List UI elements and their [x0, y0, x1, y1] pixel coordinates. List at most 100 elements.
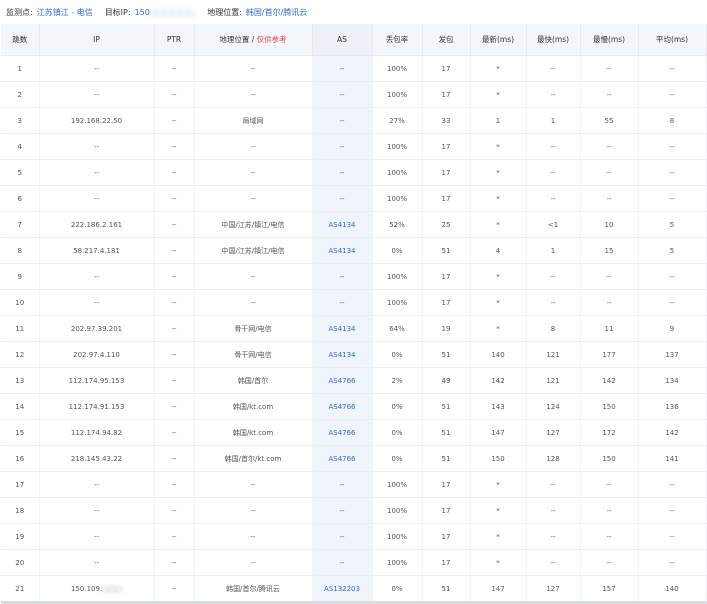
cell-ip: 112.174.95.153 [39, 367, 155, 394]
cell-best: 121 [526, 367, 581, 394]
cell-as: AS4134 [312, 315, 373, 342]
cell-latest: * [470, 549, 527, 576]
cell-hop: 3 [1, 107, 40, 134]
cell-geo: -- [194, 263, 313, 290]
cell-ip: -- [39, 289, 155, 316]
as-link[interactable]: AS4134 [328, 351, 355, 359]
cell-latest: * [470, 471, 527, 498]
cell-worst: 177 [580, 341, 639, 368]
cell-loss: 100% [372, 289, 423, 316]
cell-hop: 20 [1, 549, 40, 576]
cell-worst: 142 [580, 367, 639, 394]
cell-latest: 143 [470, 393, 527, 420]
cell-ip: 202.97.4.110 [39, 341, 155, 368]
cell-latest: 1 [470, 107, 527, 134]
cell-worst: -- [580, 263, 639, 290]
cell-sent: 51 [422, 419, 471, 446]
cell-best: -- [526, 289, 581, 316]
location-value: 韩国/首尔/腾讯云 [245, 7, 308, 17]
as-link[interactable]: AS4766 [328, 455, 355, 463]
cell-as: -- [312, 497, 373, 524]
cell-ip: 58.217.4.181 [39, 237, 155, 264]
as-link[interactable]: AS4134 [328, 221, 355, 229]
cell-as: -- [312, 523, 373, 550]
cell-hop: 18 [1, 497, 40, 524]
cell-sent: 17 [422, 159, 471, 186]
cell-ip: 192.168.22.50 [39, 107, 155, 134]
table-row: 20 -- -- -- -- 100% 17 * -- -- -- [1, 549, 707, 576]
cell-geo: 韩国/kt.com [194, 419, 313, 446]
cell-worst: -- [580, 185, 639, 212]
cell-worst: -- [580, 549, 639, 576]
col-sent: 发包 [422, 24, 471, 56]
cell-sent: 17 [422, 289, 471, 316]
cell-loss: 100% [372, 133, 423, 160]
cell-hop: 8 [1, 237, 40, 264]
cell-worst: -- [580, 497, 639, 524]
cell-hop: 11 [1, 315, 40, 342]
cell-loss: 27% [372, 107, 423, 134]
cell-best: -- [526, 133, 581, 160]
cell-ip: -- [39, 81, 155, 108]
cell-as: -- [312, 471, 373, 498]
cell-avg: 141 [638, 445, 707, 472]
cell-sent: 17 [422, 523, 471, 550]
cell-best: 124 [526, 393, 581, 420]
cell-loss: 100% [372, 185, 423, 212]
cell-ptr: -- [154, 341, 195, 368]
cell-avg: 9 [638, 315, 707, 342]
cell-as: AS4134 [312, 237, 373, 264]
cell-latest: * [470, 211, 527, 238]
cell-sent: 17 [422, 133, 471, 160]
cell-avg: -- [638, 159, 707, 186]
cell-best: 8 [526, 315, 581, 342]
cell-avg: 134 [638, 367, 707, 394]
cell-worst: 11 [580, 315, 639, 342]
table-row: 9 -- -- -- -- 100% 17 * -- -- -- [1, 263, 707, 290]
cell-sent: 17 [422, 263, 471, 290]
cell-geo: -- [194, 289, 313, 316]
cell-best: 128 [526, 445, 581, 472]
cell-best: -- [526, 55, 581, 82]
col-best: 最快(ms) [526, 24, 581, 56]
as-link[interactable]: AS132203 [324, 585, 360, 593]
as-link[interactable]: AS4134 [328, 325, 355, 333]
cell-as: -- [312, 185, 373, 212]
cell-sent: 17 [422, 549, 471, 576]
cell-worst: -- [580, 133, 639, 160]
as-link[interactable]: AS4766 [328, 429, 355, 437]
cell-loss: 100% [372, 55, 423, 82]
cell-as: AS4134 [312, 211, 373, 238]
cell-geo: -- [194, 55, 313, 82]
cell-latest: * [470, 523, 527, 550]
cell-worst: 157 [580, 575, 639, 604]
as-link[interactable]: AS4134 [328, 247, 355, 255]
cell-worst: -- [580, 471, 639, 498]
as-link[interactable]: AS4766 [328, 403, 355, 411]
cell-ip: 150.109.□□□ [39, 575, 155, 604]
col-ip: IP [39, 24, 155, 56]
col-ptr: PTR [154, 24, 195, 56]
cell-as: -- [312, 263, 373, 290]
cell-latest: * [470, 315, 527, 342]
table-row: 14 112.174.91.153 -- 韩国/kt.com AS4766 0% 51 143… [1, 393, 707, 420]
as-link[interactable]: AS4766 [328, 377, 355, 385]
target-ip-value: 150 [134, 7, 150, 17]
table-row: 4 -- -- -- -- 100% 17 * -- -- -- [1, 133, 707, 160]
cell-ip: 202.97.39.201 [39, 315, 155, 342]
cell-ptr: -- [154, 55, 195, 82]
table-row: 17 -- -- -- -- 100% 17 * -- -- -- [1, 471, 707, 498]
cell-latest: * [470, 289, 527, 316]
cell-latest: * [470, 159, 527, 186]
cell-ip: -- [39, 263, 155, 290]
cell-sent: 17 [422, 81, 471, 108]
cell-worst: 150 [580, 393, 639, 420]
cell-ip: -- [39, 523, 155, 550]
cell-as: -- [312, 107, 373, 134]
cell-avg: -- [638, 81, 707, 108]
cell-loss: 0% [372, 575, 423, 604]
cell-as: AS4766 [312, 367, 373, 394]
cell-loss: 100% [372, 263, 423, 290]
cell-ip: 218.145.43.22 [39, 445, 155, 472]
cell-latest: 147 [470, 575, 527, 604]
